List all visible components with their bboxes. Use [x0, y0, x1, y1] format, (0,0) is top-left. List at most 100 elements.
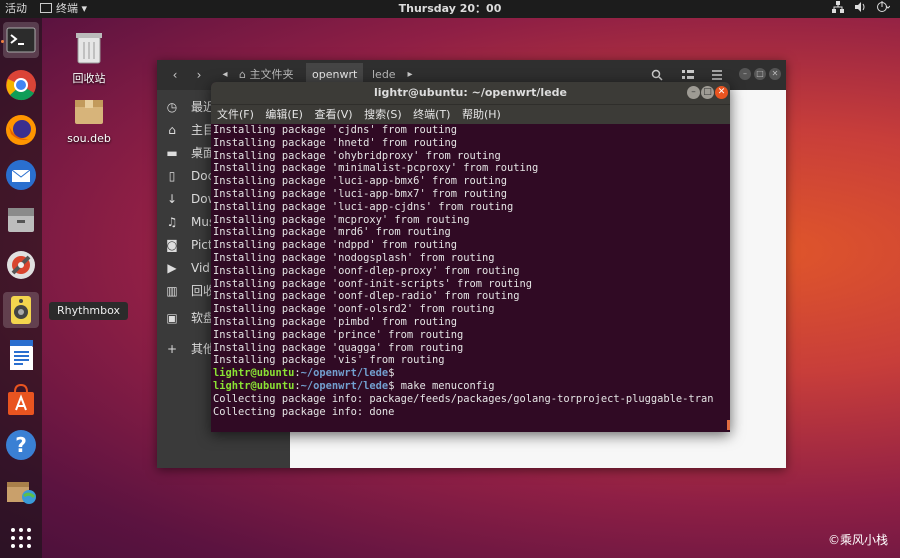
prompt-line: lightr@ubuntu:~/openwrt/lede$ — [213, 367, 725, 380]
terminal-line: Installing package 'nodogsplash' from ro… — [213, 251, 495, 264]
firefox-icon — [6, 115, 36, 145]
settings-icon — [7, 251, 35, 279]
menu-file[interactable]: 文件(F) — [217, 108, 254, 121]
power-icon[interactable] — [876, 1, 890, 13]
dock-files[interactable] — [3, 202, 39, 238]
terminal-window[interactable]: lightr@ubuntu: ~/openwrt/lede – □ ✕ 文件(F… — [211, 82, 730, 432]
show-apps-button[interactable] — [3, 520, 39, 556]
prompt-command: make menuconfig — [394, 379, 495, 392]
terminal-output[interactable]: Installing package 'cjdns' from routing I… — [213, 124, 725, 430]
dock-terminal[interactable] — [3, 22, 39, 58]
dock-writer[interactable] — [3, 337, 39, 373]
dock-thunderbird[interactable] — [3, 157, 39, 193]
watermark: ©乘风小栈 — [827, 533, 888, 547]
system-tray[interactable] — [832, 1, 890, 13]
clock-icon: ◷ — [166, 100, 178, 114]
maximize-icon[interactable]: □ — [701, 86, 714, 99]
prompt-path: ~/openwrt/lede — [300, 379, 389, 392]
minimize-icon[interactable]: – — [687, 86, 700, 99]
search-icon[interactable] — [651, 69, 663, 81]
dock-settings[interactable] — [3, 247, 39, 283]
desktop-icon-deb[interactable]: sou.deb — [59, 96, 119, 145]
floppy-icon: ▣ — [166, 311, 178, 325]
terminal-line: Installing package 'quagga' from routing — [213, 341, 464, 354]
terminal-line: Installing package 'cjdns' from routing — [213, 124, 457, 136]
help-icon: ? — [6, 430, 36, 460]
plus-icon: + — [166, 342, 178, 356]
view-options-icon[interactable] — [682, 69, 694, 81]
download-icon: ↓ — [166, 192, 178, 206]
document-icon — [10, 340, 33, 370]
terminal-line: Installing package 'prince' from routing — [213, 328, 464, 341]
dock-archive[interactable] — [3, 472, 39, 508]
desktop-icon-label: sou.deb — [67, 132, 111, 145]
home-icon: ⌂ — [239, 68, 250, 81]
music-icon: ♫ — [166, 215, 178, 229]
back-icon[interactable]: ‹ — [166, 66, 184, 84]
prompt-line: lightr@ubuntu:~/openwrt/lede$ make menuc… — [213, 380, 725, 393]
dock: ? — [0, 18, 42, 558]
app-menu-label: 终端 ▾ — [56, 2, 88, 15]
app-menu[interactable]: 终端 ▾ — [40, 1, 87, 17]
desktop-icon-label: 回收站 — [72, 72, 106, 85]
close-icon[interactable]: ✕ — [715, 86, 728, 99]
top-bar: 活动 终端 ▾ Thursday 20：00 — [0, 0, 900, 18]
terminal-line: Collecting package info: package/feeds/p… — [213, 392, 714, 405]
terminal-scrollbar[interactable] — [727, 420, 730, 430]
dock-chrome[interactable] — [3, 67, 39, 103]
activities-button[interactable]: 活动 — [5, 1, 27, 17]
terminal-line: Installing package 'oonf-dlep-proxy' fro… — [213, 264, 520, 277]
terminal-line: Collecting package info: done — [213, 405, 395, 418]
clock[interactable]: Thursday 20：00 — [399, 1, 502, 17]
terminal-title: lightr@ubuntu: ~/openwrt/lede — [211, 82, 730, 104]
prompt-user: lightr@ubuntu — [213, 379, 295, 392]
desktop-icon-trash[interactable]: 回收站 — [59, 30, 119, 86]
running-indicator — [1, 40, 4, 43]
forward-icon[interactable]: › — [190, 66, 208, 84]
dock-software[interactable] — [3, 382, 39, 418]
file-cabinet-icon — [8, 208, 34, 232]
dock-rhythmbox[interactable] — [3, 292, 39, 328]
terminal-icon — [6, 27, 36, 53]
trash-icon: ▥ — [166, 284, 178, 298]
menu-view[interactable]: 查看(V) — [314, 108, 352, 121]
volume-icon[interactable] — [854, 1, 866, 13]
folder-icon: ▬ — [166, 146, 178, 160]
terminal-line: Installing package 'ndppd' from routing — [213, 239, 457, 252]
terminal-line: Installing package 'minimalist-pcproxy' … — [213, 162, 539, 175]
trash-icon — [76, 33, 102, 64]
menu-terminal[interactable]: 终端(T) — [413, 108, 450, 121]
dock-help[interactable]: ? — [3, 427, 39, 463]
terminal-line: Installing package 'luci-app-cjdns' from… — [213, 200, 514, 213]
camera-icon: ◙ — [166, 238, 178, 252]
terminal-line: Installing package 'oonf-init-scripts' f… — [213, 277, 533, 290]
chrome-icon — [6, 70, 36, 101]
video-icon: ▶ — [167, 261, 177, 275]
terminal-line: Installing package 'luci-app-bmx6' from … — [213, 175, 508, 188]
hamburger-menu-icon[interactable] — [711, 69, 723, 81]
minimize-icon[interactable]: – — [739, 68, 751, 80]
terminal-line: Installing package 'pimbd' from routing — [213, 315, 457, 328]
dock-tooltip: Rhythmbox — [49, 302, 129, 320]
maximize-icon[interactable]: □ — [754, 68, 766, 80]
speaker-icon — [11, 296, 31, 324]
terminal-icon — [40, 3, 52, 13]
network-icon[interactable] — [832, 1, 844, 13]
package-icon — [75, 100, 103, 124]
terminal-line: Installing package 'oonf-olsrd2' from ro… — [213, 303, 495, 316]
prompt-end: $ — [388, 367, 395, 380]
terminal-line: Installing package 'vis' from routing — [213, 354, 445, 367]
terminal-line: Installing package 'mcproxy' from routin… — [213, 213, 470, 226]
thunderbird-icon — [6, 160, 36, 190]
terminal-line: Installing package 'mrd6' from routing — [213, 226, 451, 239]
menu-search[interactable]: 搜索(S) — [364, 108, 402, 121]
home-icon: ⌂ — [168, 123, 176, 137]
archive-icon — [7, 482, 36, 504]
svg-text:?: ? — [15, 433, 27, 457]
menu-edit[interactable]: 编辑(E) — [265, 108, 303, 121]
terminal-line: Installing package 'ohybridproxy' from r… — [213, 149, 501, 162]
dock-firefox[interactable] — [3, 112, 39, 148]
menu-help[interactable]: 帮助(H) — [462, 108, 501, 121]
close-icon[interactable]: ✕ — [769, 68, 781, 80]
terminal-menubar: 文件(F) 编辑(E) 查看(V) 搜索(S) 终端(T) 帮助(H) — [211, 104, 730, 124]
